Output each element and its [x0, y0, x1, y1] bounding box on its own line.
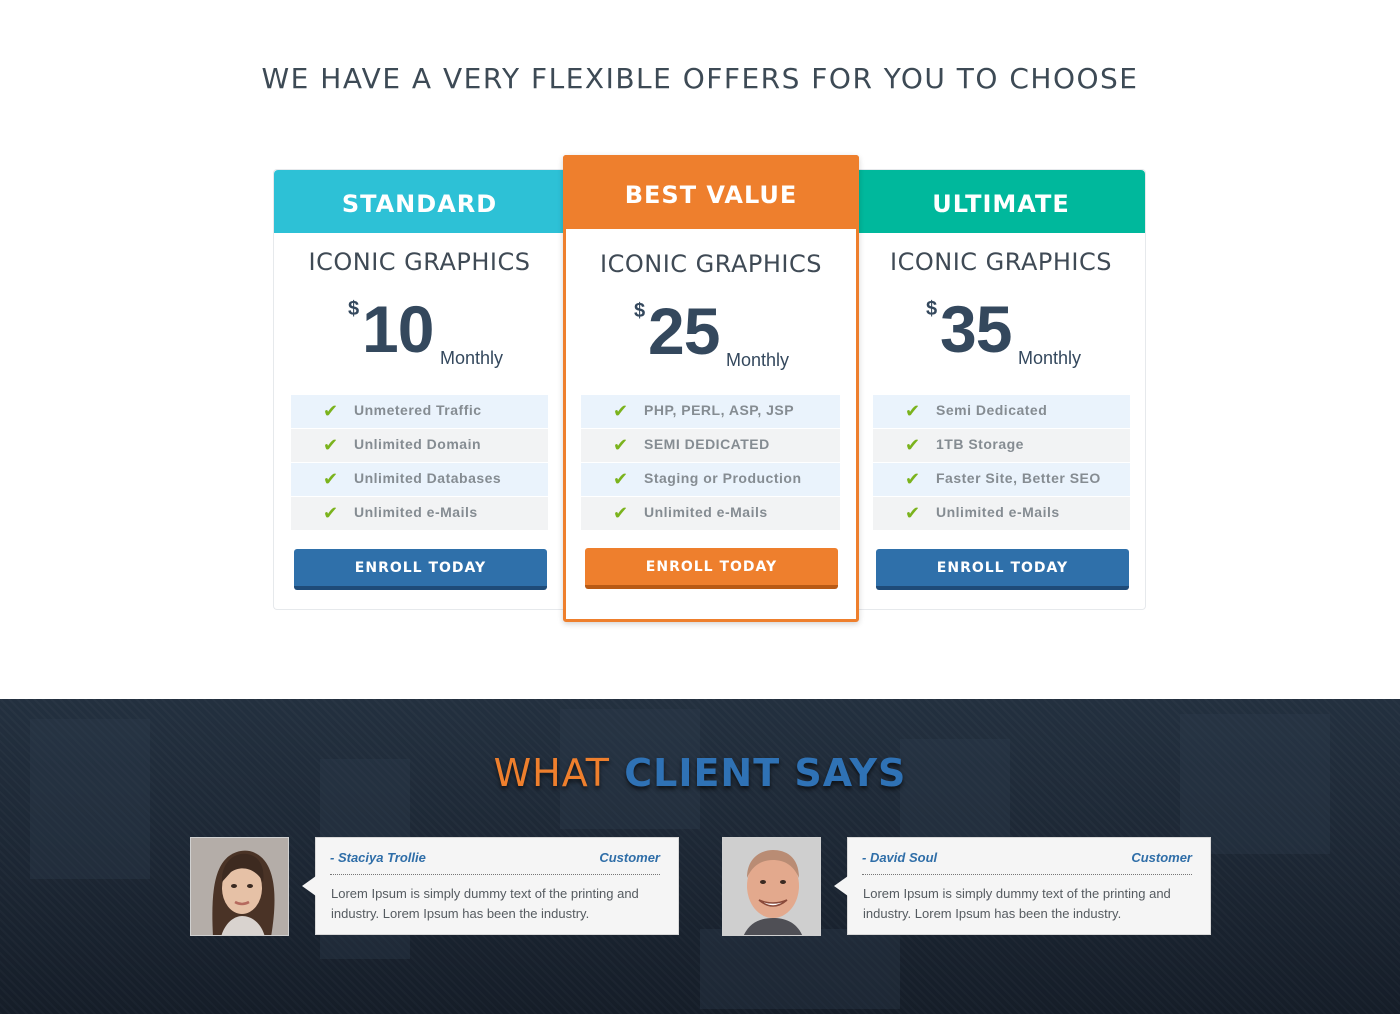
- feature-label: Unlimited Domain: [354, 436, 482, 452]
- check-icon: ✔: [905, 435, 921, 455]
- price-period: Monthly: [726, 350, 790, 370]
- client-name: - Staciya Trollie: [330, 850, 426, 865]
- card-header: STANDARD: [274, 170, 565, 233]
- check-icon: ✔: [613, 435, 629, 455]
- list-item: ✔ SEMI DEDICATED: [581, 429, 840, 462]
- feature-label: Faster Site, Better SEO: [936, 470, 1101, 486]
- plan-header-label: STANDARD: [341, 190, 498, 218]
- check-icon: ✔: [905, 469, 921, 489]
- list-item: ✔ Unlimited e-Mails: [873, 497, 1130, 530]
- feature-label: Unmetered Traffic: [354, 402, 482, 418]
- list-item: ✔ Unlimited e-Mails: [581, 497, 840, 530]
- enroll-button-standard[interactable]: ENROLL TODAY: [294, 549, 547, 590]
- list-item: ✔ PHP, PERL, ASP, JSP: [581, 395, 840, 428]
- check-icon: ✔: [323, 435, 339, 455]
- price-period: Monthly: [1018, 348, 1082, 368]
- title-part-what: WHAT: [493, 751, 610, 795]
- price-amount: 35: [940, 292, 1012, 366]
- plan-header-label: BEST VALUE: [624, 181, 798, 209]
- feature-list: ✔ PHP, PERL, ASP, JSP ✔ SEMI DEDICATED ✔ St…: [581, 395, 840, 531]
- testimonials-section: WHAT CLIENT SAYS - Staciya Trollie Custo…: [0, 699, 1400, 1014]
- price: $ 25 Monthly: [566, 296, 856, 376]
- plan-name: ICONIC GRAPHICS: [600, 250, 822, 278]
- section-title: WE HAVE A VERY FLEXIBLE OFFERS FOR YOU T…: [261, 62, 1139, 95]
- woman-portrait-icon: [191, 838, 288, 935]
- feature-label: Unlimited e-Mails: [354, 504, 478, 520]
- price-amount: 10: [362, 292, 434, 366]
- list-item: ✔ Faster Site, Better SEO: [873, 463, 1130, 496]
- client-role: Customer: [599, 850, 660, 865]
- pricing-card-standard: STANDARD ICONIC GRAPHICS $ 10 Monthly ✔ U…: [273, 169, 565, 610]
- card-header: BEST VALUE: [563, 155, 859, 229]
- client-name: - David Soul: [862, 850, 938, 865]
- divider: [862, 874, 1192, 875]
- list-item: ✔ 1TB Storage: [873, 429, 1130, 462]
- feature-label: Unlimited Databases: [354, 470, 502, 486]
- check-icon: ✔: [905, 401, 921, 421]
- check-icon: ✔: [613, 469, 629, 489]
- testimonial-card: - David Soul Customer Lorem Ipsum is sim…: [834, 837, 1211, 935]
- price: $ 10 Monthly: [274, 294, 565, 374]
- divider: [330, 874, 660, 875]
- list-item: ✔ Unlimited Domain: [291, 429, 548, 462]
- currency-symbol: $: [926, 298, 938, 320]
- avatar: [722, 837, 821, 936]
- testimonial-card: - Staciya Trollie Customer Lorem Ipsum i…: [302, 837, 679, 935]
- feature-label: Unlimited e-Mails: [644, 504, 768, 520]
- testimonial-text: Lorem Ipsum is simply dummy text of the …: [863, 886, 1171, 921]
- check-icon: ✔: [323, 503, 339, 523]
- list-item: ✔ Semi Dedicated: [873, 395, 1130, 428]
- title-part-client-says: CLIENT SAYS: [624, 751, 907, 795]
- feature-label: 1TB Storage: [936, 436, 1024, 452]
- pricing-section: WE HAVE A VERY FLEXIBLE OFFERS FOR YOU T…: [0, 0, 1400, 699]
- feature-label: Semi Dedicated: [936, 402, 1048, 418]
- pricing-card-best-value: BEST VALUE ICONIC GRAPHICS $ 25 Monthly …: [563, 155, 859, 622]
- currency-symbol: $: [634, 300, 646, 322]
- enroll-button-ultimate[interactable]: ENROLL TODAY: [876, 549, 1129, 590]
- plan-header-label: ULTIMATE: [932, 190, 1070, 218]
- list-item: ✔ Unmetered Traffic: [291, 395, 548, 428]
- check-icon: ✔: [323, 469, 339, 489]
- check-icon: ✔: [905, 503, 921, 523]
- currency-symbol: $: [348, 298, 360, 320]
- man-portrait-icon: [723, 838, 820, 935]
- enroll-button-best-value[interactable]: ENROLL TODAY: [585, 548, 838, 589]
- list-item: ✔ Unlimited Databases: [291, 463, 548, 496]
- pricing-card-ultimate: ULTIMATE ICONIC GRAPHICS $ 35 Monthly ✔ S…: [857, 169, 1146, 610]
- price: $ 35 Monthly: [857, 294, 1145, 374]
- check-icon: ✔: [613, 401, 629, 421]
- feature-list: ✔ Semi Dedicated ✔ 1TB Storage ✔ Faster Sit…: [873, 395, 1130, 531]
- price-amount: 25: [648, 294, 720, 368]
- testimonials-title: WHAT CLIENT SAYS: [0, 751, 1400, 795]
- list-item: ✔ Unlimited e-Mails: [291, 497, 548, 530]
- plan-name: ICONIC GRAPHICS: [308, 248, 531, 276]
- card-header: ULTIMATE: [857, 170, 1145, 233]
- feature-label: Staging or Production: [644, 470, 802, 486]
- plan-name: ICONIC GRAPHICS: [890, 248, 1112, 276]
- price-period: Monthly: [440, 348, 504, 368]
- feature-label: Unlimited e-Mails: [936, 504, 1060, 520]
- check-icon: ✔: [613, 503, 629, 523]
- check-icon: ✔: [323, 401, 339, 421]
- avatar: [190, 837, 289, 936]
- feature-label: SEMI DEDICATED: [644, 436, 770, 452]
- list-item: ✔ Staging or Production: [581, 463, 840, 496]
- feature-label: PHP, PERL, ASP, JSP: [644, 402, 795, 418]
- feature-list: ✔ Unmetered Traffic ✔ Unlimited Domain ✔ Un…: [291, 395, 548, 531]
- client-role: Customer: [1131, 850, 1192, 865]
- testimonial-text: Lorem Ipsum is simply dummy text of the …: [331, 886, 639, 921]
